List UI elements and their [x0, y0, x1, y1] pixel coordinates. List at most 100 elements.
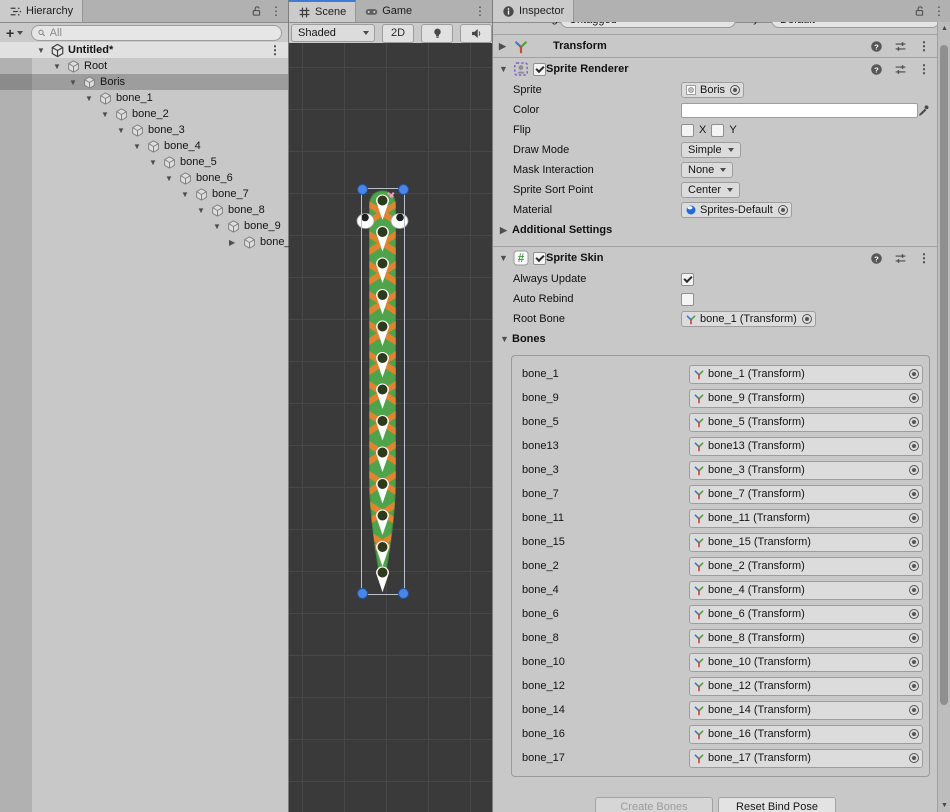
bone-object-field[interactable]: bone_3 (Transform)	[689, 461, 923, 480]
foldout-arrow-icon[interactable]: ▼	[53, 62, 66, 71]
eyedropper-icon[interactable]	[917, 103, 930, 116]
boris-sprite[interactable]	[362, 189, 403, 593]
help-icon[interactable]	[870, 40, 883, 53]
component-enabled-checkbox[interactable]	[533, 252, 546, 265]
bone-object-field[interactable]: bone_5 (Transform)	[689, 413, 923, 432]
bone-object-field[interactable]: bone_4 (Transform)	[689, 581, 923, 600]
hierarchy-item[interactable]: ▼ bone_3	[0, 122, 288, 138]
hierarchy-item[interactable]: ▼ Root	[0, 58, 288, 74]
object-picker-icon[interactable]	[909, 681, 919, 691]
hierarchy-item[interactable]: ▼ bone_9	[0, 218, 288, 234]
object-picker-icon[interactable]	[909, 537, 919, 547]
flip-y-checkbox[interactable]	[711, 124, 724, 137]
object-picker-icon[interactable]	[778, 205, 788, 215]
scene-viewport[interactable]	[289, 43, 492, 812]
presets-icon[interactable]	[894, 63, 907, 76]
material-object-field[interactable]: Sprites-Default	[681, 202, 792, 218]
layer-dropdown[interactable]: Default	[771, 22, 938, 28]
hierarchy-item[interactable]: ▶ bone_10	[0, 234, 288, 250]
hierarchy-item[interactable]: ▼ bone_7	[0, 186, 288, 202]
scroll-down-icon[interactable]: ▼	[938, 802, 950, 809]
hierarchy-item[interactable]: ▼ bone_1	[0, 90, 288, 106]
object-picker-icon[interactable]	[909, 513, 919, 523]
reset-bind-pose-button[interactable]: Reset Bind Pose	[718, 797, 836, 812]
hierarchy-item[interactable]: ▼ bone_8	[0, 202, 288, 218]
foldout-arrow-icon[interactable]: ▼	[69, 78, 82, 87]
foldout-arrow-icon[interactable]: ▼	[133, 142, 146, 151]
foldout-arrow-icon[interactable]: ▼	[101, 110, 114, 119]
bone-object-field[interactable]: bone_11 (Transform)	[689, 509, 923, 528]
additional-settings-foldout[interactable]: ▶ Additional Settings	[493, 220, 938, 240]
foldout-arrow-icon[interactable]: ▼	[37, 46, 50, 55]
menu-icon[interactable]: ⋮	[474, 5, 486, 17]
scrollbar-thumb[interactable]	[940, 45, 948, 705]
menu-icon[interactable]: ⋮	[918, 40, 930, 52]
sprite-object-field[interactable]: Boris	[681, 82, 744, 98]
root-bone-object-field[interactable]: bone_1 (Transform)	[681, 311, 816, 327]
object-picker-icon[interactable]	[909, 633, 919, 643]
object-picker-icon[interactable]	[730, 85, 740, 95]
bone-object-field[interactable]: bone_2 (Transform)	[689, 557, 923, 576]
create-bones-button[interactable]: Create Bones	[595, 797, 713, 812]
tab-game[interactable]: Game	[356, 0, 421, 22]
component-enabled-checkbox[interactable]	[533, 63, 546, 76]
inspector-scrollbar[interactable]: ▲ ▼	[937, 22, 950, 812]
hierarchy-item[interactable]: ▼ bone_6	[0, 170, 288, 186]
help-icon[interactable]	[870, 252, 883, 265]
foldout-arrow-icon[interactable]: ▶	[229, 238, 242, 247]
add-gameobject-button[interactable]: +	[0, 26, 27, 40]
object-picker-icon[interactable]	[909, 393, 919, 403]
toggle-2d-button[interactable]: 2D	[382, 24, 414, 43]
menu-icon[interactable]: ⋮	[933, 5, 945, 17]
help-icon[interactable]	[870, 63, 883, 76]
hierarchy-search[interactable]	[31, 25, 282, 41]
bone-object-field[interactable]: bone_7 (Transform)	[689, 485, 923, 504]
bone-object-field[interactable]: bone_15 (Transform)	[689, 533, 923, 552]
foldout-arrow-icon[interactable]: ▼	[149, 158, 162, 167]
object-picker-icon[interactable]	[909, 369, 919, 379]
lock-icon[interactable]	[914, 5, 926, 17]
scene-menu-icon[interactable]: ⋮	[269, 44, 288, 56]
hierarchy-item[interactable]: ▼ bone_2	[0, 106, 288, 122]
sprite-sort-point-dropdown[interactable]: Center	[681, 182, 740, 198]
search-input[interactable]	[50, 27, 276, 39]
scene-header-row[interactable]: ▼ Untitled* ⋮	[0, 42, 288, 58]
foldout-arrow-icon[interactable]: ▼	[85, 94, 98, 103]
shading-mode-dropdown[interactable]: Shaded	[291, 24, 375, 42]
object-picker-icon[interactable]	[909, 705, 919, 715]
sprite-skin-component-header[interactable]: ▼ Sprite Skin ⋮	[493, 246, 938, 269]
bone-object-field[interactable]: bone_6 (Transform)	[689, 605, 923, 624]
bone-object-field[interactable]: bone_16 (Transform)	[689, 725, 923, 744]
sprite-renderer-component-header[interactable]: ▼ Sprite Renderer ⋮	[493, 57, 938, 80]
bone-object-field[interactable]: bone_12 (Transform)	[689, 677, 923, 696]
object-picker-icon[interactable]	[909, 441, 919, 451]
foldout-arrow-icon[interactable]: ▼	[493, 64, 513, 74]
tab-scene[interactable]: Scene	[289, 0, 356, 22]
tab-inspector[interactable]: Inspector	[493, 0, 574, 22]
flip-x-checkbox[interactable]	[681, 124, 694, 137]
mask-interaction-dropdown[interactable]: None	[681, 162, 733, 178]
foldout-arrow-icon[interactable]: ▼	[165, 174, 178, 183]
hierarchy-item[interactable]: ▼ bone_4	[0, 138, 288, 154]
menu-icon[interactable]: ⋮	[918, 63, 930, 75]
auto-rebind-checkbox[interactable]	[681, 293, 694, 306]
bone-object-field[interactable]: bone_10 (Transform)	[689, 653, 923, 672]
object-picker-icon[interactable]	[909, 465, 919, 475]
bone-object-field[interactable]: bone13 (Transform)	[689, 437, 923, 456]
foldout-arrow-icon[interactable]: ▼	[197, 206, 210, 215]
color-swatch[interactable]	[681, 103, 918, 118]
foldout-arrow-icon[interactable]: ▼	[213, 222, 226, 231]
object-picker-icon[interactable]	[909, 585, 919, 595]
draw-mode-dropdown[interactable]: Simple	[681, 142, 741, 158]
tab-hierarchy[interactable]: Hierarchy	[0, 0, 83, 22]
object-picker-icon[interactable]	[909, 753, 919, 763]
menu-icon[interactable]: ⋮	[270, 5, 282, 17]
bone-object-field[interactable]: bone_14 (Transform)	[689, 701, 923, 720]
object-picker-icon[interactable]	[802, 314, 812, 324]
object-picker-icon[interactable]	[909, 489, 919, 499]
foldout-arrow-icon[interactable]: ▼	[117, 126, 130, 135]
object-picker-icon[interactable]	[909, 417, 919, 427]
bone-object-field[interactable]: bone_8 (Transform)	[689, 629, 923, 648]
bone-object-field[interactable]: bone_17 (Transform)	[689, 749, 923, 768]
bone-object-field[interactable]: bone_9 (Transform)	[689, 389, 923, 408]
